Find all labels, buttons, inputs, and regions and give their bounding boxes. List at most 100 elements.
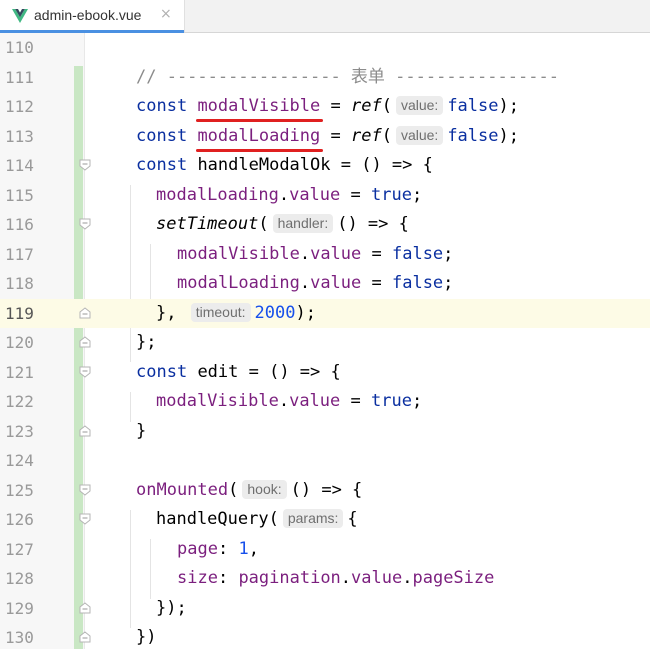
- code-text: page: 1,: [177, 539, 259, 560]
- code-line[interactable]: 130 }): [0, 623, 650, 649]
- punct-token: .: [278, 391, 290, 411]
- literal-token: true: [370, 391, 412, 411]
- line-number: 123: [5, 421, 34, 441]
- code-line[interactable]: 117 modalVisible.value = false;: [0, 240, 650, 270]
- property-token: pageSize: [412, 568, 495, 588]
- punct-token: (: [258, 214, 269, 234]
- punct-token: .: [402, 568, 413, 588]
- operator-token: =: [320, 96, 351, 116]
- code-line[interactable]: 118 modalLoading.value = false;: [0, 269, 650, 299]
- code-line[interactable]: 126 handleQuery(params:{: [0, 505, 650, 535]
- fold-open-icon[interactable]: [79, 513, 91, 525]
- code-line[interactable]: 125 onMounted(hook:() => {: [0, 476, 650, 506]
- property-token: value: [310, 243, 362, 264]
- line-number: 113: [5, 126, 34, 146]
- code-rest: () => {: [290, 479, 363, 500]
- operator-token: =: [340, 391, 371, 411]
- code-text: setTimeout(handler:() => {: [156, 214, 409, 235]
- code-text: handleQuery(params:{: [156, 509, 358, 530]
- code-text: const modalVisible = ref(value: false);: [136, 96, 519, 117]
- line-number: 111: [5, 67, 34, 87]
- line-number: 125: [5, 480, 34, 500]
- line-number: 114: [5, 156, 34, 175]
- identifier-token: modalLoading: [177, 273, 300, 293]
- property-token: value: [289, 391, 341, 411]
- parameter-hint: hook:: [242, 479, 287, 499]
- file-tab-title: admin-ebook.vue: [34, 7, 142, 23]
- function-token: handleQuery: [156, 509, 269, 529]
- function-token: onMounted: [136, 479, 229, 500]
- fold-open-icon[interactable]: [79, 366, 91, 378]
- punct-token: ;: [443, 273, 454, 293]
- code-line[interactable]: 128 size: pagination.value.pageSize: [0, 564, 650, 594]
- fold-open-icon[interactable]: [79, 218, 91, 230]
- literal-token: false: [391, 273, 444, 293]
- code-line[interactable]: 122 modalVisible.value = true;: [0, 387, 650, 417]
- fold-close-icon[interactable]: [79, 336, 91, 348]
- code-line[interactable]: 113 const modalLoading = ref(value: false…: [0, 122, 650, 152]
- code-line[interactable]: 127 page: 1,: [0, 535, 650, 565]
- code-line[interactable]: 110: [0, 33, 650, 63]
- line-number: 117: [5, 244, 34, 264]
- property-token: value: [310, 273, 362, 293]
- code-rest: = () => {: [238, 361, 341, 382]
- fold-open-icon[interactable]: [79, 159, 91, 171]
- number-token: 2000: [254, 302, 296, 323]
- function-token: setTimeout: [156, 214, 259, 234]
- line-number: 115: [5, 185, 34, 205]
- editor-tab-bar: admin-ebook.vue ×: [0, 0, 650, 33]
- code-text: const modalLoading = ref(value: false);: [136, 125, 519, 147]
- fold-close-icon[interactable]: [79, 306, 91, 319]
- punct-token: (: [381, 125, 392, 146]
- close-icon[interactable]: ×: [160, 6, 172, 22]
- identifier-token: modalLoading: [197, 125, 321, 146]
- punct-token: );: [498, 125, 519, 146]
- fold-close-icon[interactable]: [79, 424, 91, 437]
- code-rest: = () => {: [330, 155, 433, 175]
- line-number: 129: [5, 598, 34, 618]
- code-line[interactable]: 116 setTimeout(handler:() => {: [0, 210, 650, 240]
- code-text: modalLoading.value = false;: [177, 273, 453, 294]
- line-number: 110: [5, 38, 34, 57]
- code-line[interactable]: 120 };: [0, 328, 650, 358]
- code-line[interactable]: 115 modalLoading.value = true;: [0, 181, 650, 211]
- code-line[interactable]: 123 }: [0, 417, 650, 447]
- code-line-current[interactable]: 119 }, timeout: 2000);: [0, 298, 650, 328]
- keyword-token: const: [136, 155, 188, 175]
- punct-token: );: [498, 96, 519, 116]
- number-token: 1: [238, 538, 249, 559]
- function-token: ref: [350, 96, 382, 116]
- fold-open-icon[interactable]: [79, 484, 91, 496]
- punct-token: );: [295, 302, 316, 323]
- line-number: 124: [5, 451, 34, 470]
- identifier-token: modalVisible: [156, 391, 279, 411]
- code-editor[interactable]: 110 111 // ----------------- 表单 --------…: [0, 33, 650, 649]
- fold-close-icon[interactable]: [79, 601, 91, 614]
- punct-token: (: [268, 509, 279, 529]
- code-line[interactable]: 114 const handleModalOk = () => {: [0, 151, 650, 181]
- punct-token: :: [217, 538, 239, 559]
- line-number: 121: [5, 362, 34, 382]
- code-text: modalVisible.value = false;: [177, 244, 453, 265]
- parameter-hint: value:: [395, 125, 444, 145]
- parameter-hint: timeout:: [190, 302, 251, 322]
- identifier-token: handleModalOk: [197, 155, 331, 175]
- code-text: // ----------------- 表单 ----------------: [136, 67, 559, 88]
- property-token: size: [177, 568, 218, 588]
- punct-token: (: [228, 479, 239, 500]
- identifier-token: modalVisible: [197, 96, 321, 116]
- code-line[interactable]: 129 });: [0, 594, 650, 624]
- code-text: const edit = () => {: [136, 362, 341, 383]
- file-tab[interactable]: admin-ebook.vue ×: [0, 0, 185, 33]
- identifier-token: modalVisible: [177, 243, 300, 264]
- property-token: value: [289, 184, 341, 205]
- keyword-token: const: [136, 96, 188, 116]
- operator-token: =: [361, 243, 392, 264]
- code-line[interactable]: 112 const modalVisible = ref(value: false…: [0, 92, 650, 122]
- code-line[interactable]: 124: [0, 446, 650, 476]
- code-line[interactable]: 111 // ----------------- 表单 ------------…: [0, 63, 650, 93]
- parameter-hint: params:: [282, 509, 344, 528]
- code-line[interactable]: 121 const edit = () => {: [0, 358, 650, 388]
- code-text: onMounted(hook:() => {: [136, 479, 363, 501]
- fold-close-icon[interactable]: [79, 631, 91, 643]
